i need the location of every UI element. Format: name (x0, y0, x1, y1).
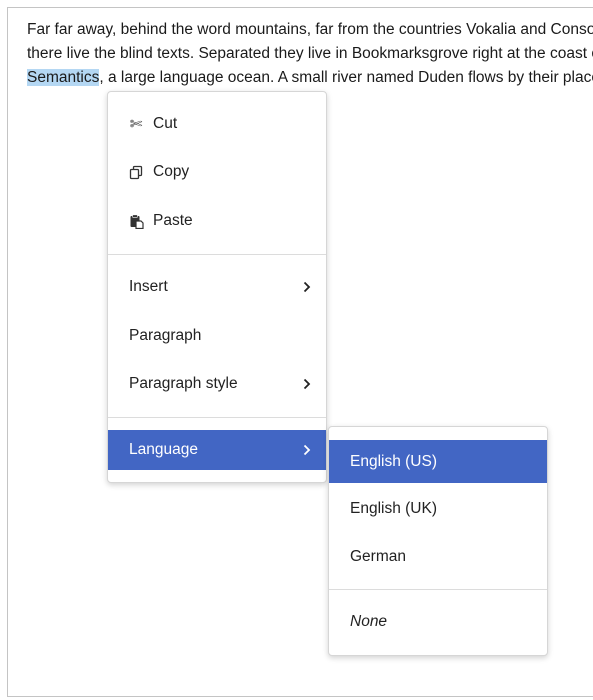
menu-item-copy[interactable]: Copy (108, 152, 326, 192)
menu-item-cut[interactable]: ✄ Cut (108, 104, 326, 144)
menu-item-label: English (US) (350, 452, 437, 470)
text-line-2: there live the blind texts. Separated th… (27, 45, 593, 62)
paste-icon (128, 214, 144, 229)
text-line-3-rest: , a large language ocean. A small river … (99, 69, 593, 86)
copy-icon (128, 165, 144, 180)
text-line-1: Far far away, behind the word mountains,… (27, 21, 593, 38)
document-text[interactable]: Far far away, behind the word mountains,… (27, 18, 593, 90)
menu-item-label: Paste (153, 212, 193, 229)
menu-item-none[interactable]: None (329, 602, 547, 642)
menu-item-paste[interactable]: Paste (108, 201, 326, 241)
menu-item-label: Paragraph style (129, 375, 238, 392)
menu-item-english-uk[interactable]: English (UK) (329, 489, 547, 529)
menu-item-label: Copy (153, 163, 190, 180)
menu-item-label: Cut (153, 115, 178, 132)
menu-item-label: German (350, 548, 406, 565)
context-menu: ✄ Cut Copy Paste Insert Paragraph Paragr… (107, 91, 327, 483)
chevron-right-icon (298, 281, 316, 293)
selected-text: Semantics (27, 69, 100, 86)
menu-item-english-us[interactable]: English (US) (329, 440, 547, 483)
menu-separator (108, 417, 326, 418)
menu-item-german[interactable]: German (329, 537, 547, 577)
menu-item-paragraph-style[interactable]: Paragraph style (108, 364, 326, 404)
menu-item-label: Paragraph (129, 327, 202, 344)
menu-separator (108, 254, 326, 255)
menu-item-language[interactable]: Language (108, 430, 326, 470)
chevron-right-icon (298, 444, 316, 456)
menu-item-label: Insert (129, 278, 168, 295)
menu-item-insert[interactable]: Insert (108, 267, 326, 307)
menu-separator (329, 589, 547, 590)
menu-item-label: Language (129, 441, 198, 458)
menu-item-label: None (350, 613, 388, 630)
text-line-3: Semantics, a large language ocean. A sma… (27, 66, 593, 90)
language-submenu: English (US) English (UK) German None (328, 426, 548, 656)
menu-item-paragraph[interactable]: Paragraph (108, 316, 326, 356)
chevron-right-icon (298, 378, 316, 390)
scissors-icon: ✄ (129, 116, 143, 133)
menu-item-label: English (UK) (350, 500, 437, 517)
